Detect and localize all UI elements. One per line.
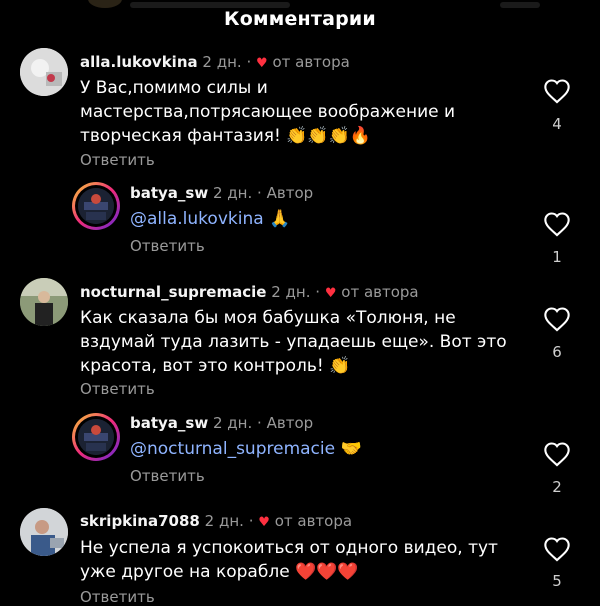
comment-emoji: 👏👏👏🔥 (286, 126, 371, 146)
reply-button[interactable]: Ответить (80, 151, 155, 169)
reply-button[interactable]: Ответить (130, 467, 205, 485)
like-button[interactable] (541, 78, 573, 104)
comment-text: У Вас,помимо силы и мастерства,потрясающ… (80, 76, 500, 148)
liked-by-author-label: от автора (272, 53, 350, 71)
avatar[interactable] (72, 413, 120, 461)
like-count: 5 (552, 572, 562, 590)
comment-date: 2 дн. (213, 184, 253, 202)
red-heart-icon: ♥ (324, 286, 337, 301)
partial-image (88, 0, 122, 8)
comment-date: 2 дн. (213, 414, 253, 432)
username[interactable]: nocturnal_supremacie (80, 283, 266, 301)
comment-date: 2 дн. (271, 283, 311, 301)
avatar[interactable] (20, 278, 68, 326)
comment-emoji: 🤝 (340, 439, 362, 459)
like-count: 2 (552, 478, 562, 496)
like-button[interactable] (541, 306, 573, 332)
mention-link[interactable]: @alla.lukovkina (130, 209, 264, 229)
author-badge: Автор (266, 414, 314, 432)
like-count: 6 (552, 343, 562, 361)
avatar[interactable] (20, 508, 68, 556)
comment-emoji: 🙏 (269, 209, 291, 229)
author-badge: Автор (266, 184, 314, 202)
reply-button[interactable]: Ответить (130, 237, 205, 255)
comment-meta: alla.lukovkina 2 дн. · ♥ от автора (80, 53, 350, 71)
like-count: 1 (552, 248, 562, 266)
separator-dot: · (315, 283, 321, 301)
avatar[interactable] (20, 48, 68, 96)
comment-text: Не успела я успокоиться от одного видео,… (80, 536, 510, 584)
username[interactable]: batya_sw (130, 184, 208, 202)
mention-link[interactable]: @nocturnal_supremacie (130, 439, 335, 459)
comment-text: @alla.lukovkina 🙏 (130, 207, 510, 231)
username[interactable]: skripkina7088 (80, 512, 200, 530)
like-button[interactable] (541, 441, 573, 467)
heart-outline-icon (544, 442, 570, 467)
page-title: Комментарии (224, 8, 376, 30)
heart-outline-icon (544, 537, 570, 562)
red-heart-icon: ♥ (258, 515, 270, 530)
reply-button[interactable]: Ответить (80, 588, 155, 606)
liked-by-author-label: от автора (341, 283, 419, 301)
comment-text-body: У Вас,помимо силы и мастерства,потрясающ… (80, 78, 456, 146)
comment-text-body: Не успела я успокоиться от одного видео,… (80, 538, 498, 582)
separator-dot: · (257, 414, 262, 432)
liked-by-author-label: от автора (274, 512, 353, 530)
separator-dot: · (248, 512, 254, 530)
comment-meta: batya_sw 2 дн. · Автор (130, 414, 313, 432)
like-button[interactable] (541, 211, 573, 237)
username[interactable]: alla.lukovkina (80, 53, 198, 71)
comment-emoji: 👏 (329, 356, 351, 376)
comment-date: 2 дн. (202, 53, 242, 71)
comment-meta: batya_sw 2 дн. · Автор (130, 184, 313, 202)
heart-outline-icon (544, 212, 570, 237)
comment-emoji: ❤️❤️❤️ (295, 562, 359, 582)
like-button[interactable] (541, 536, 573, 562)
username[interactable]: batya_sw (130, 414, 208, 432)
like-count: 4 (552, 115, 562, 133)
comment-date: 2 дн. (204, 512, 244, 530)
red-heart-icon: ♥ (256, 56, 268, 71)
heart-outline-icon (544, 79, 570, 104)
separator-dot: · (257, 184, 262, 202)
separator-dot: · (246, 53, 252, 71)
comment-text: @nocturnal_supremacie 🤝 (130, 437, 510, 461)
comment-text: Как сказала бы моя бабушка «Толюня, не в… (80, 306, 510, 378)
comment-text-body: Как сказала бы моя бабушка «Толюня, не в… (80, 308, 507, 376)
heart-outline-icon (544, 307, 570, 332)
comment-meta: nocturnal_supremacie 2 дн. · ♥ от автора (80, 283, 419, 301)
reply-button[interactable]: Ответить (80, 380, 155, 398)
avatar[interactable] (72, 182, 120, 230)
comment-meta: skripkina7088 2 дн. · ♥ от автора (80, 512, 352, 530)
